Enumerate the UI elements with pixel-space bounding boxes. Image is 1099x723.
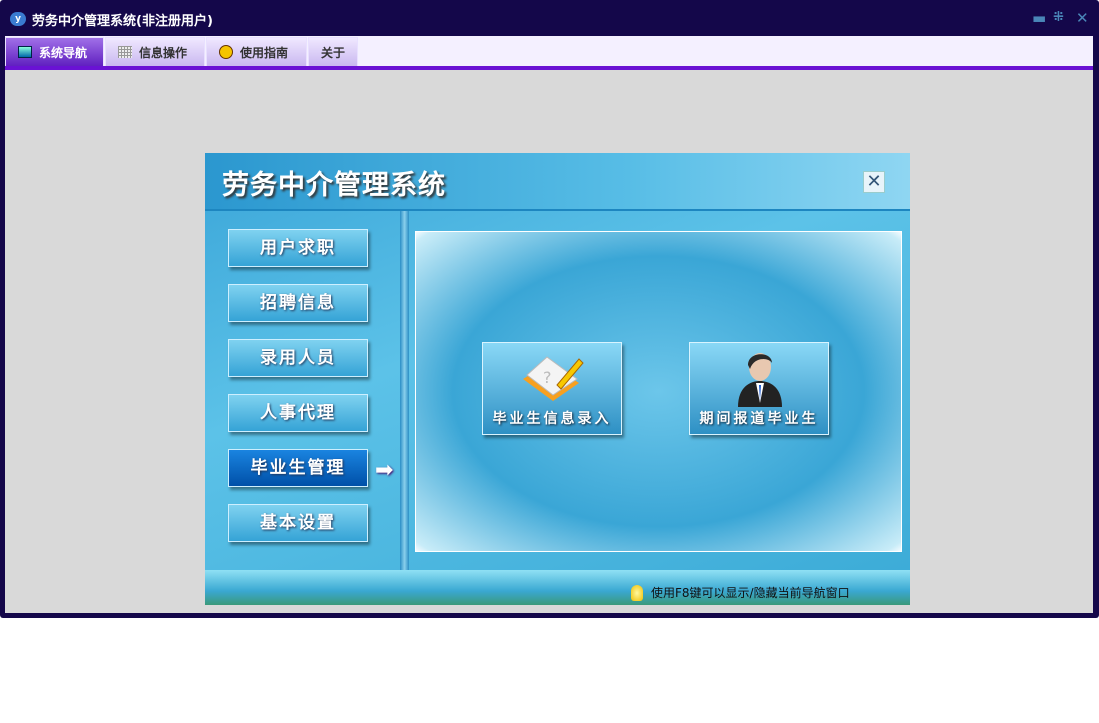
dialog-close-button[interactable]: ✕ (863, 171, 885, 193)
close-icon[interactable]: ✕ (1076, 10, 1089, 26)
tab-label: 系统导航 (39, 45, 88, 60)
nav-graduate-mgmt[interactable]: 毕业生管理 (228, 449, 368, 487)
restore-icon[interactable]: ⁜ (1053, 10, 1064, 26)
monitor-icon (18, 46, 32, 58)
window-title: 劳务中介管理系统(非注册用户) (32, 13, 213, 29)
lightbulb-icon (631, 584, 643, 601)
tile-label: 毕业生信息录入 (492, 411, 612, 427)
tab-guide[interactable]: 使用指南 (206, 37, 307, 66)
dialog-footer: 使用F8键可以显示/隐藏当前导航窗口 (205, 570, 910, 605)
tile-graduate-entry[interactable]: ? 毕业生信息录入 (482, 342, 622, 435)
grid-icon (118, 46, 132, 58)
tab-label: 关于 (321, 45, 346, 60)
svg-text:?: ? (543, 368, 552, 387)
businessman-icon (738, 353, 782, 407)
dialog-title: 劳务中介管理系统 (222, 170, 446, 201)
tab-info-ops[interactable]: 信息操作 (105, 37, 205, 66)
tile-label: 期间报道毕业生 (699, 411, 819, 427)
nav-user-job[interactable]: 用户求职 (228, 229, 368, 267)
content-panel: ? 毕业生信息录入 期间报道毕业生 (415, 231, 902, 552)
arrow-right-icon: ➡ (375, 458, 394, 483)
nav-basic-settings[interactable]: 基本设置 (228, 504, 368, 542)
help-icon (219, 45, 233, 59)
notebook-pencil-icon: ? (523, 356, 584, 401)
footer-tip-text: 使用F8键可以显示/隐藏当前导航窗口 (651, 586, 850, 600)
tab-about[interactable]: 关于 (308, 37, 358, 66)
menu-bar: 系统导航 信息操作 使用指南 关于 (5, 36, 1093, 66)
navigation-dialog: 劳务中介管理系统 ✕ 用户求职 招聘信息 录用人员 人事代理 毕业生管理 基本设… (205, 153, 910, 605)
tab-system-nav[interactable]: 系统导航 (5, 37, 104, 66)
nav-hr-agency[interactable]: 人事代理 (228, 394, 368, 432)
dialog-header: 劳务中介管理系统 ✕ (205, 153, 910, 211)
tab-label: 使用指南 (240, 45, 289, 60)
title-bar: y 劳务中介管理系统(非注册用户) (10, 10, 213, 29)
tab-label: 信息操作 (139, 45, 188, 60)
nav-recruitment[interactable]: 招聘信息 (228, 284, 368, 322)
footer-tip: 使用F8键可以显示/隐藏当前导航窗口 (631, 584, 850, 601)
app-logo-icon: y (10, 12, 26, 26)
nav-divider (400, 211, 409, 571)
nav-hired[interactable]: 录用人员 (228, 339, 368, 377)
tile-graduates-reported[interactable]: 期间报道毕业生 (689, 342, 829, 435)
minimize-icon[interactable]: ▬ (1032, 10, 1046, 26)
